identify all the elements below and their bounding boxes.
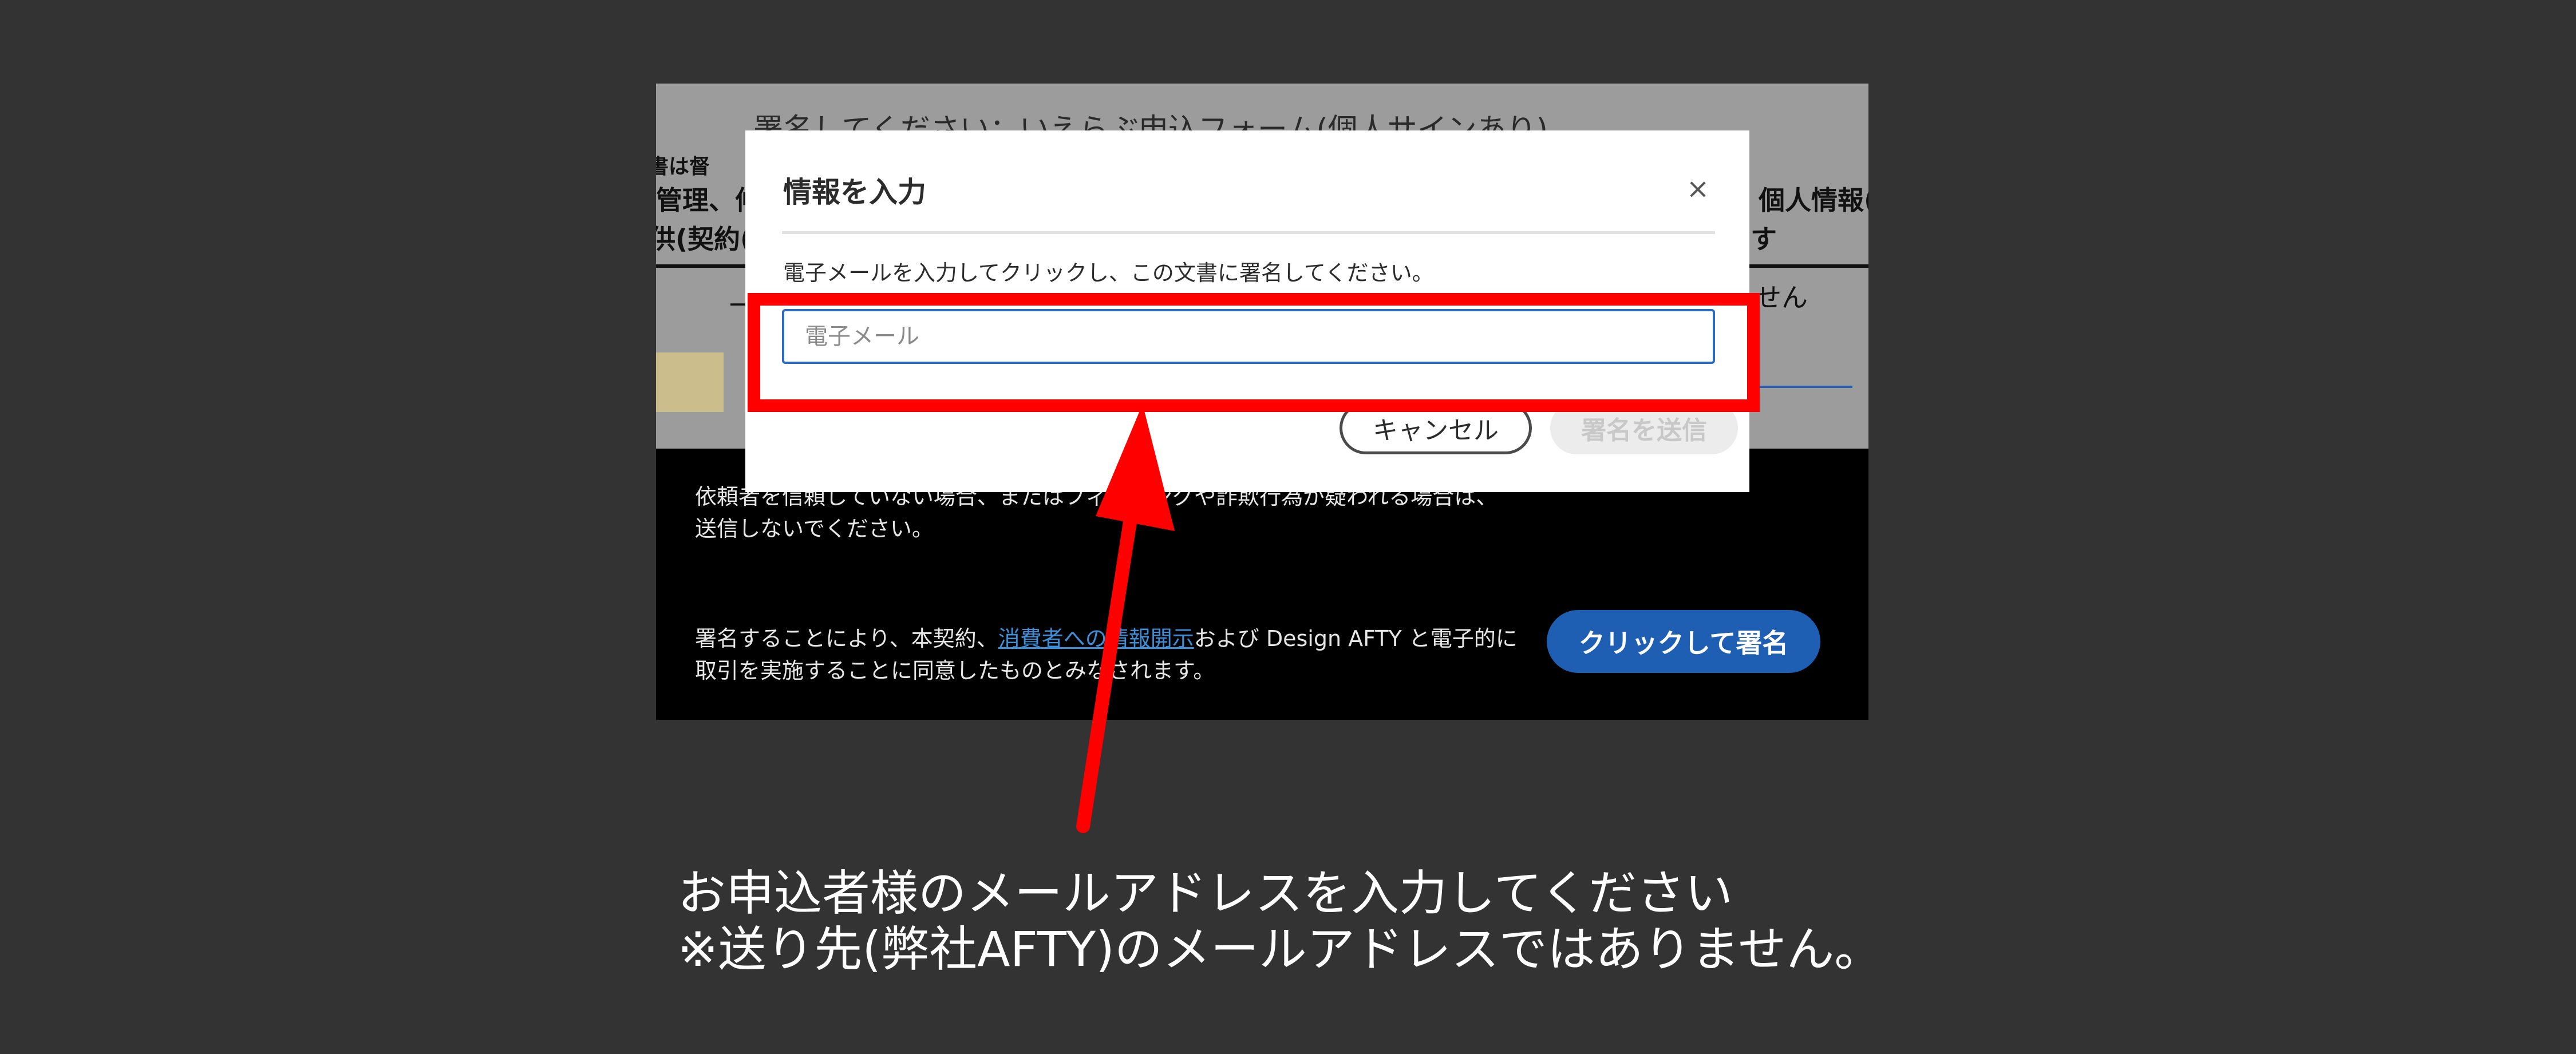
click-to-sign-button[interactable]: クリックして署名 [1547,610,1820,673]
dialog-instruction: 電子メールを入力してクリックし、この文書に署名してください。 [783,260,1434,286]
document-text-fragment: す [1751,224,1777,255]
consent-text: 署名することにより、本契約、消費者への情報開示および Design AFTY と… [695,626,1518,683]
instruction-caption: お申込者様のメールアドレスを入力してください ※送り先(弊社AFTY)のメールア… [678,865,1883,977]
signature-field[interactable] [656,352,724,412]
document-text-fragment: 供(契約( [656,224,753,255]
document-text-fragment: 個人情報( [1759,185,1868,216]
document-text-fragment: 書は督 [656,155,710,179]
email-highlight-box [748,293,1760,412]
close-icon[interactable]: × [1684,175,1712,203]
consumer-disclosure-link[interactable]: 消費者への情報開示 [998,626,1194,651]
document-text-fragment: せん [1755,282,1808,313]
dialog-title: 情報を入力 [783,176,926,209]
dialog-divider [782,231,1715,234]
